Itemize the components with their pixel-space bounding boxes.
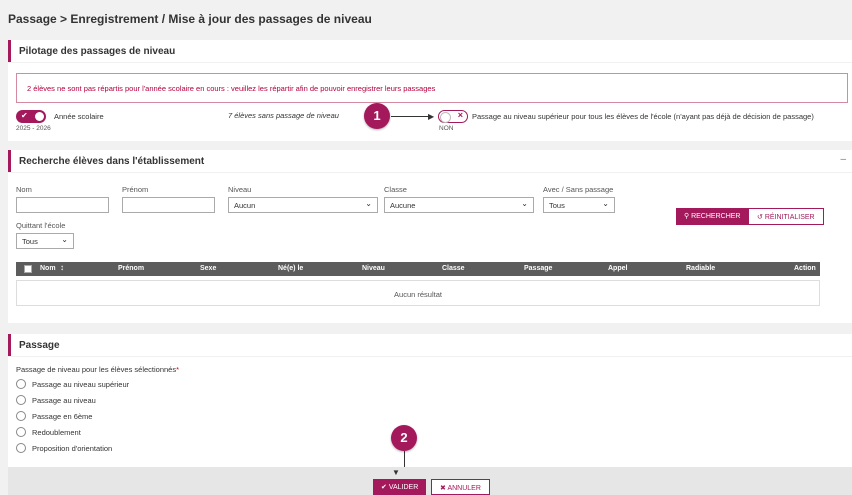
radio-label-6eme: Passage en 6ème bbox=[32, 412, 93, 421]
radio-option-superieur[interactable] bbox=[16, 379, 26, 389]
radio-option-orientation[interactable] bbox=[16, 443, 26, 453]
col-sexe: Sexe bbox=[200, 265, 217, 272]
valider-label: VALIDER bbox=[388, 484, 419, 491]
passage-body: Passage de niveau pour les élèves sélect… bbox=[8, 357, 852, 471]
reinitialiser-label: RÉINITIALISER bbox=[764, 214, 815, 221]
chevron-down-icon: ⌄ bbox=[365, 199, 372, 208]
quittant-label: Quittant l'école bbox=[16, 221, 66, 230]
select-all-checkbox[interactable] bbox=[24, 265, 32, 273]
annuler-button[interactable]: ✖ ANNULER bbox=[431, 479, 490, 495]
col-nom[interactable]: Nom bbox=[40, 265, 56, 272]
annuler-label: ANNULER bbox=[447, 485, 481, 492]
col-ne-le: Né(e) le bbox=[278, 265, 304, 272]
passage-field-text: Passage de niveau pour les élèves sélect… bbox=[16, 365, 177, 374]
prenom-label: Prénom bbox=[122, 185, 149, 194]
quittant-value: Tous bbox=[22, 237, 38, 246]
step-badge-1: 1 bbox=[364, 103, 390, 129]
avec-select[interactable]: Tous ⌄ bbox=[543, 197, 615, 213]
required-mark: * bbox=[176, 365, 180, 374]
reset-icon: ↺ bbox=[757, 214, 765, 221]
pilotage-body: 2 élèves ne sont pas répartis pour l'ann… bbox=[8, 63, 852, 141]
classe-value: Aucune bbox=[390, 201, 416, 210]
pilotage-header: Pilotage des passages de niveau bbox=[8, 40, 852, 62]
col-passage: Passage bbox=[524, 265, 553, 272]
avec-value: Tous bbox=[549, 201, 565, 210]
radio-option-redoublement[interactable] bbox=[16, 427, 26, 437]
chevron-down-icon: ⌄ bbox=[602, 199, 609, 208]
rechercher-button[interactable]: ⚲ RECHERCHER bbox=[676, 208, 749, 225]
radio-option-niveau[interactable] bbox=[16, 395, 26, 405]
col-appel: Appel bbox=[608, 265, 628, 272]
radio-label-niveau: Passage au niveau bbox=[32, 396, 96, 405]
results-table-header: Nom ↕ Prénom Sexe Né(e) le Niveau Classe… bbox=[16, 262, 820, 276]
valider-button[interactable]: ✔ VALIDER bbox=[373, 479, 427, 495]
prenom-input[interactable] bbox=[122, 197, 215, 213]
arrow-line-1 bbox=[391, 116, 431, 117]
passage-header: Passage bbox=[8, 334, 852, 356]
col-radiable: Radiable bbox=[686, 265, 716, 272]
arrow-head-1: ▶ bbox=[428, 112, 435, 121]
recherche-header: Recherche élèves dans l'établissement – bbox=[8, 150, 852, 172]
sort-icon[interactable]: ↕ bbox=[60, 263, 64, 272]
radio-label-orientation: Proposition d'orientation bbox=[32, 444, 113, 453]
chevron-down-icon: ⌄ bbox=[61, 235, 68, 244]
passage-global-toggle[interactable]: × bbox=[438, 110, 468, 123]
close-icon: × bbox=[457, 110, 463, 120]
classe-label: Classe bbox=[384, 185, 407, 194]
passage-global-label: Passage au niveau supérieur pour tous le… bbox=[472, 112, 814, 121]
alert-message: 2 élèves ne sont pas répartis pour l'ann… bbox=[16, 73, 848, 103]
passage-field-label: Passage de niveau pour les élèves sélect… bbox=[16, 365, 179, 374]
rechercher-label: RECHERCHER bbox=[691, 213, 741, 220]
annee-label: Année scolaire bbox=[54, 112, 104, 121]
radio-option-6eme[interactable] bbox=[16, 411, 26, 421]
reinitialiser-button[interactable]: ↺ RÉINITIALISER bbox=[748, 208, 824, 225]
col-niveau: Niveau bbox=[362, 265, 385, 272]
annee-value: 2025 - 2026 bbox=[16, 125, 51, 132]
niveau-select[interactable]: Aucun ⌄ bbox=[228, 197, 378, 213]
collapse-icon[interactable]: – bbox=[840, 154, 846, 165]
results-table-body: Aucun résultat bbox=[16, 280, 820, 306]
arrow-head-2: ▼ bbox=[392, 468, 400, 477]
col-action: Action bbox=[794, 265, 816, 272]
annee-toggle[interactable]: ✔ bbox=[16, 110, 46, 123]
recherche-title: Recherche élèves dans l'établissement bbox=[19, 156, 205, 167]
check-icon: ✔ bbox=[21, 111, 28, 120]
page-title: Passage > Enregistrement / Mise à jour d… bbox=[8, 12, 372, 26]
step-badge-2: 2 bbox=[391, 425, 417, 451]
radio-label-superieur: Passage au niveau supérieur bbox=[32, 380, 130, 389]
passage-title: Passage bbox=[19, 340, 60, 351]
toggle-state: NON bbox=[439, 125, 454, 132]
footer-bar: ▼ ✔ VALIDER ✖ ANNULER bbox=[8, 467, 852, 495]
chevron-down-icon: ⌄ bbox=[521, 199, 528, 208]
col-prenom: Prénom bbox=[118, 265, 145, 272]
avec-label: Avec / Sans passage bbox=[543, 185, 614, 194]
radio-label-redoublement: Redoublement bbox=[32, 428, 81, 437]
niveau-value: Aucun bbox=[234, 201, 256, 210]
col-classe: Classe bbox=[442, 265, 465, 272]
nom-input[interactable] bbox=[16, 197, 109, 213]
pilotage-title: Pilotage des passages de niveau bbox=[19, 46, 176, 57]
classe-select[interactable]: Aucune ⌄ bbox=[384, 197, 534, 213]
check-icon: ✔ bbox=[381, 484, 389, 491]
quittant-select[interactable]: Tous ⌄ bbox=[16, 233, 74, 249]
sans-passage-text: 7 élèves sans passage de niveau bbox=[228, 111, 339, 120]
nom-label: Nom bbox=[16, 185, 32, 194]
niveau-label: Niveau bbox=[228, 185, 252, 194]
